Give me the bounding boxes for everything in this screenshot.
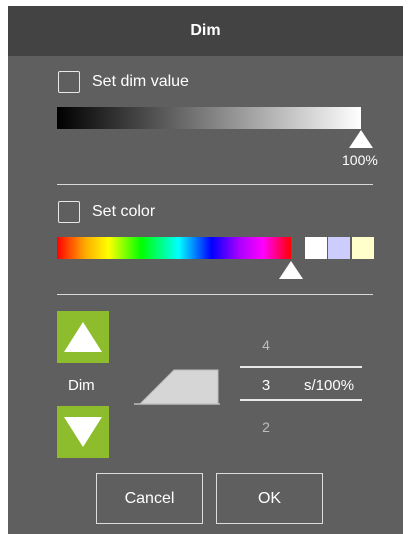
decrease-button[interactable] <box>57 406 109 458</box>
divider <box>57 184 373 185</box>
picker-value-selected[interactable]: 3 <box>246 377 286 394</box>
picker-value-above[interactable]: 4 <box>246 337 286 353</box>
set-color-checkbox[interactable] <box>58 201 80 223</box>
ok-button[interactable]: OK <box>216 473 323 524</box>
set-dim-value-label: Set dim value <box>92 73 189 90</box>
picker-selection-top-line <box>240 366 362 368</box>
increase-button[interactable] <box>57 311 109 363</box>
hue-slider[interactable] <box>57 237 291 259</box>
arrow-up-icon <box>64 322 102 352</box>
arrow-down-icon <box>64 417 102 447</box>
hue-slider-handle[interactable] <box>279 261 303 279</box>
color-swatch-cream[interactable] <box>352 237 374 259</box>
cancel-button[interactable]: Cancel <box>96 473 203 524</box>
dim-ramp-icon <box>134 369 220 405</box>
set-color-label: Set color <box>92 203 156 220</box>
dim-dialog: Dim Set dim value 100% Set color Dim 4 3… <box>8 6 403 534</box>
dim-slider-handle[interactable] <box>349 130 373 148</box>
divider <box>57 294 373 295</box>
set-dim-value-checkbox[interactable] <box>58 71 80 93</box>
dim-value-slider[interactable] <box>57 107 361 129</box>
picker-value-below[interactable]: 2 <box>246 419 286 435</box>
color-swatch-white[interactable] <box>305 237 327 259</box>
picker-selection-bottom-line <box>240 399 362 401</box>
dim-label: Dim <box>68 377 95 394</box>
picker-unit: s/100% <box>304 377 355 394</box>
dialog-title: Dim <box>8 6 403 56</box>
dim-value-percent: 100% <box>342 152 378 168</box>
color-swatch-lavender[interactable] <box>328 237 350 259</box>
